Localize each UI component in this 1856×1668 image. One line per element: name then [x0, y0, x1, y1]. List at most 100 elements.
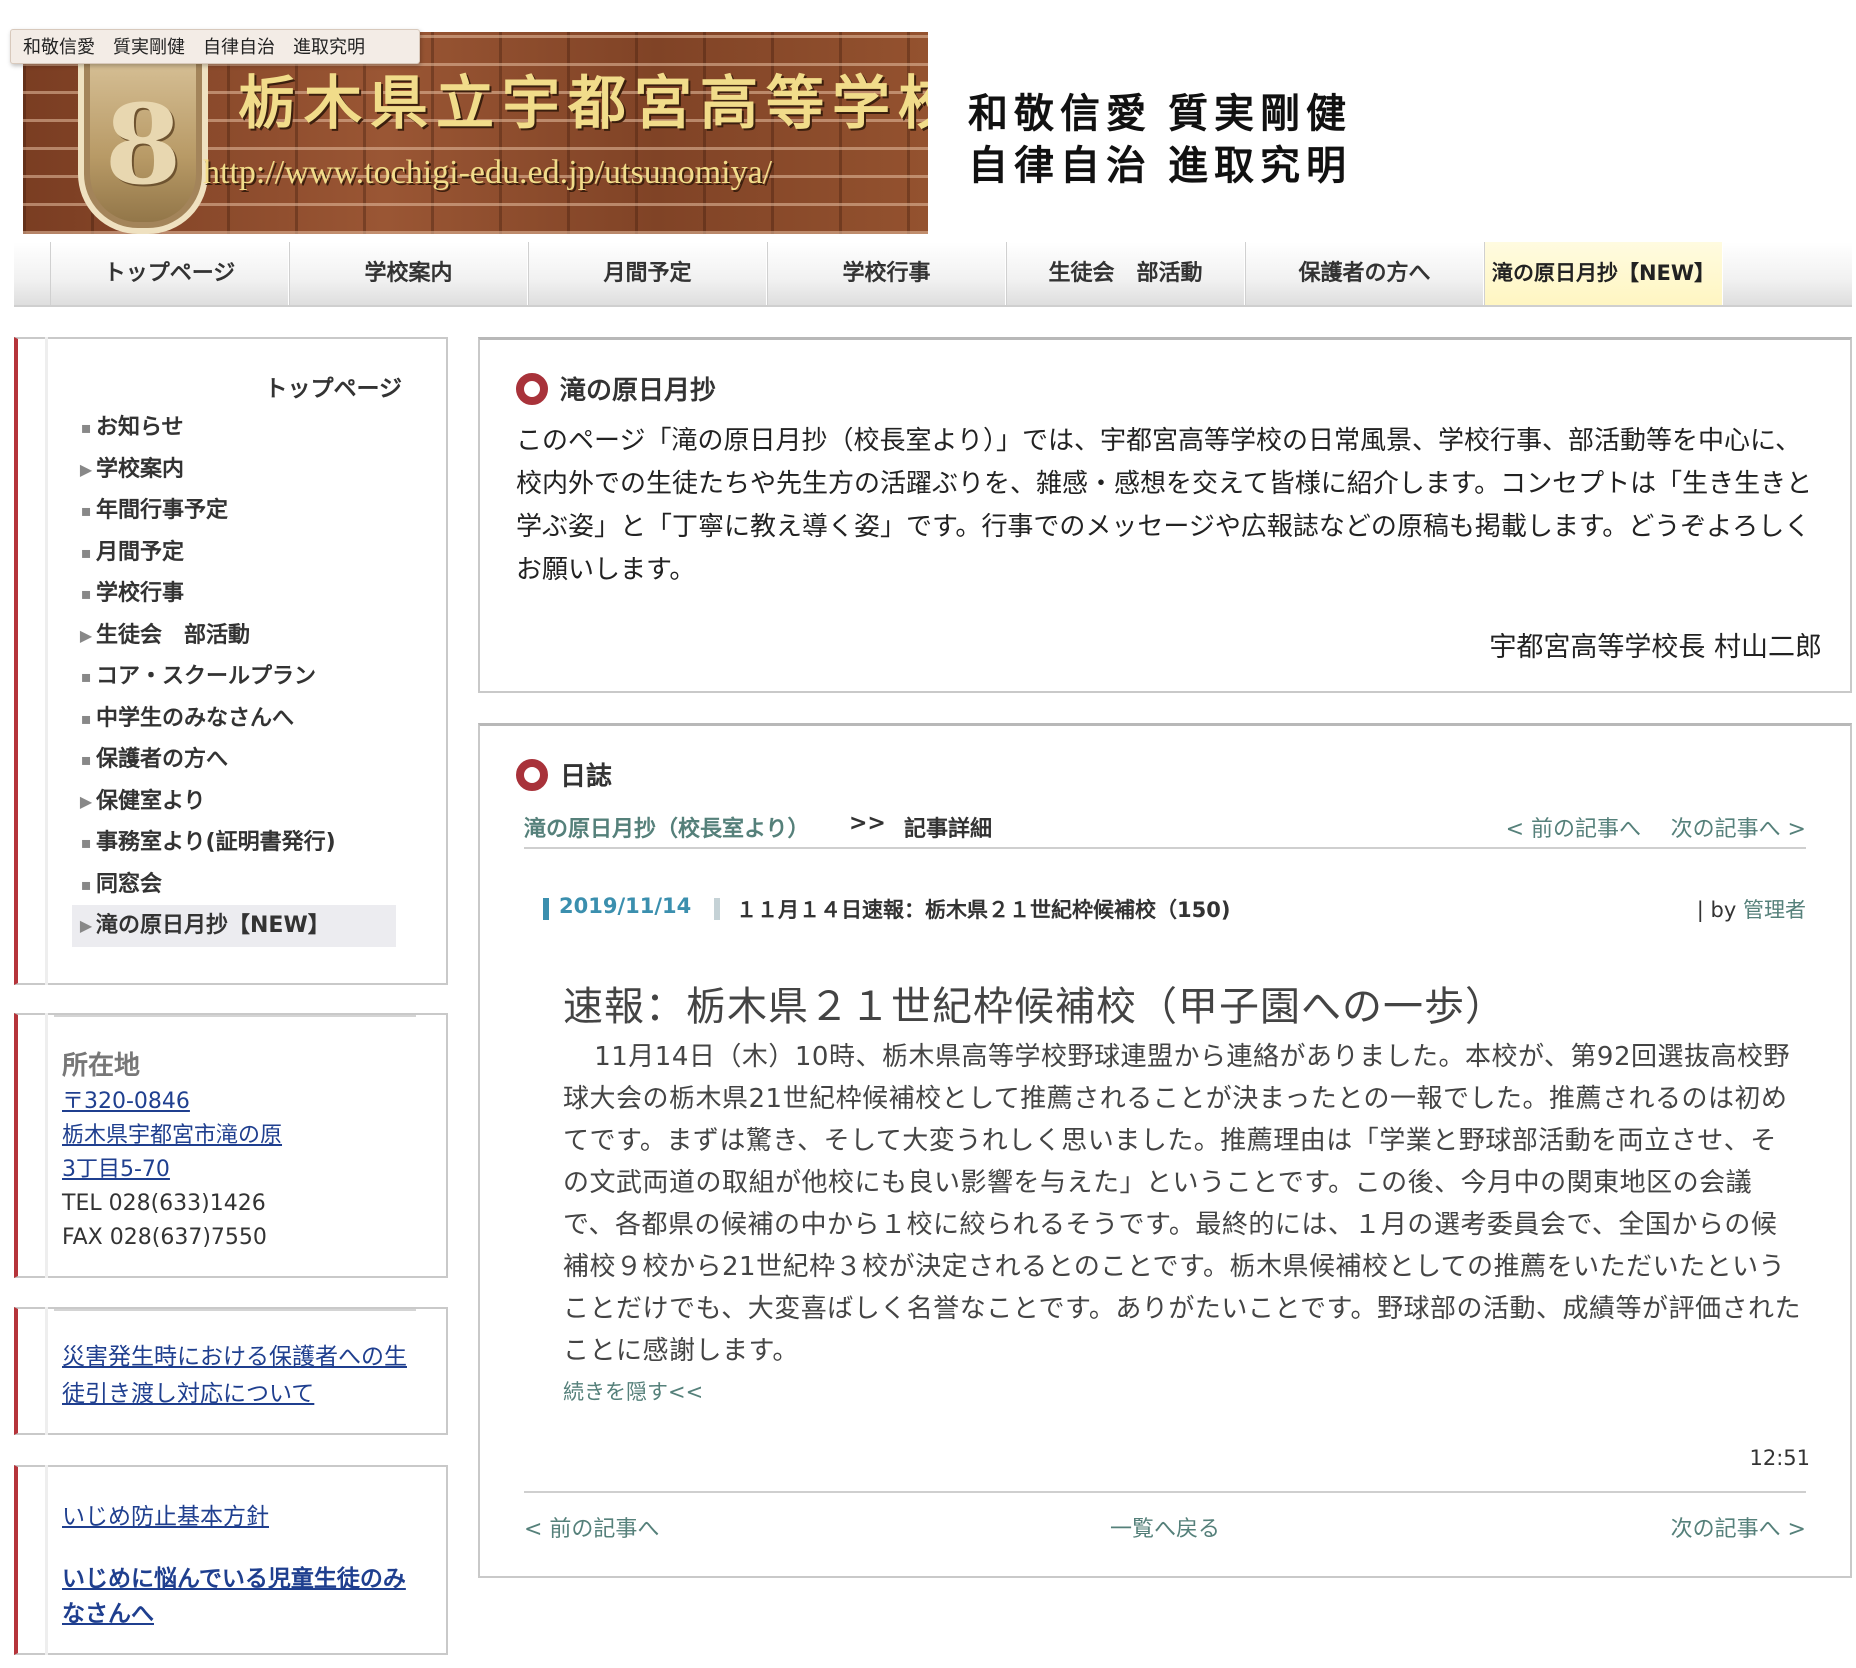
prev-article-link-top[interactable]: < 前の記事へ [1506, 811, 1641, 843]
author-link[interactable]: 管理者 [1743, 898, 1806, 922]
disaster-info-box: 災害発生時における保護者への生徒引き渡し対応について [14, 1307, 448, 1435]
anti-bullying-box: いじめ防止基本方針 いじめに悩んでいる児童生徒のみなさんへ [14, 1465, 448, 1655]
sidebar-item-label: 中学生のみなさんへ [96, 705, 295, 731]
collapse-link[interactable]: 続きを隠す<< [563, 1376, 703, 1406]
tel-number: TEL 028(633)1426 [62, 1191, 266, 1216]
address-lines: 〒320-0846 栃木県宇都宮市滝の原 3丁目5-70 TEL 028(633… [62, 1085, 282, 1255]
triangle-right-icon: ▶ [79, 791, 93, 811]
sidebar-item-label: お知らせ [96, 415, 184, 440]
nav-item-student-council[interactable]: 生徒会 部活動 [1006, 242, 1245, 305]
bullet-icon: ▪ [80, 501, 92, 520]
nav-item-school-events[interactable]: 学校行事 [767, 242, 1006, 305]
bullet-icon: ▪ [80, 584, 92, 603]
bullet-icon: ▪ [80, 667, 92, 686]
breadcrumb: 滝の原日月抄（校長室より） >> 記事詳細 < 前の記事へ 次の記事へ > [524, 811, 1806, 849]
address-line1-link[interactable]: 栃木県宇都宮市滝の原 [62, 1119, 282, 1153]
school-motto: 和敬信愛 質実剛健 自律自治 進取究明 [968, 88, 1388, 192]
triangle-right-icon: ▶ [79, 625, 93, 645]
triangle-right-icon: ▶ [79, 916, 93, 935]
sidebar-item-label: 滝の原日月抄【NEW】 [96, 913, 330, 938]
sidebar-item[interactable]: ▪ 月間予定 [72, 532, 412, 574]
motto-tooltip: 和敬信愛 質実剛健 自律自治 進取究明 [10, 29, 420, 64]
sidebar-item-label: 月間予定 [96, 539, 185, 565]
diary-heading: 日誌 [516, 756, 612, 793]
postal-code-link[interactable]: 〒320-0846 [62, 1085, 282, 1119]
address-title: 所在地 [62, 1051, 141, 1081]
sidebar-item[interactable]: ▶ 生徒会 部活動 [72, 615, 412, 657]
sidebar-item-label: 事務室より(証明書発行) [96, 830, 336, 855]
entry-author: | by 管理者 [1697, 894, 1806, 924]
sidebar-item-label: 学校行事 [96, 581, 185, 606]
bullying-policy-link[interactable]: いじめ防止基本方針 [62, 1497, 269, 1531]
intro-title: 滝の原日月抄 [560, 376, 717, 406]
intro-panel: 滝の原日月抄 このページ「滝の原日月抄（校長室より）」では、宇都宮高等学校の日常… [478, 337, 1852, 693]
principal-signature: 宇都宮高等学校長 村山二郎 [1489, 632, 1822, 663]
sidebar-item-label: 同窓会 [96, 871, 163, 897]
entry-category: １１月１４日速報：栃木県２１世紀枠候補校（150) [714, 894, 1230, 924]
intro-text: このページ「滝の原日月抄（校長室より）」では、宇都宮高等学校の日常風景、学校行事… [516, 426, 1813, 585]
main-nav: トップページ 学校案内 月間予定 学校行事 生徒会 部活動 保護者の方へ 滝の原… [14, 242, 1852, 307]
sidebar-item-label: 保護者の方へ [96, 747, 229, 772]
sidebar-item[interactable]: ▪ お知らせ [72, 407, 412, 449]
breadcrumb-current: 記事詳細 [904, 817, 993, 842]
prev-article-link-bottom[interactable]: < 前の記事へ [524, 1511, 659, 1543]
next-article-link-top[interactable]: 次の記事へ > [1671, 811, 1806, 843]
sidebar-item-label: 年間行事予定 [96, 498, 229, 523]
sidebar-item[interactable]: ▪ 学校行事 [72, 573, 412, 615]
nav-item-school-guide[interactable]: 学校案内 [289, 242, 528, 305]
bullet-icon: ▪ [80, 750, 92, 769]
motto-1: 和敬信愛 [968, 90, 1152, 137]
sidebar-item-label: 生徒会 部活動 [96, 622, 251, 648]
entry-title: 速報：栃木県２１世紀枠候補校（甲子園への一歩） [563, 984, 1506, 1030]
sidebar-item-label: 保健室より [96, 788, 206, 814]
sidebar-item[interactable]: ▪ 事務室より(証明書発行) [72, 822, 412, 864]
footer-divider [524, 1491, 1806, 1493]
crest-mark: 8 [104, 80, 182, 209]
sidebar-item[interactable]: ▪ 保護者の方へ [72, 739, 412, 781]
entry-meta: 2019/11/14 １１月１４日速報：栃木県２１世紀枠候補校（150) | b… [543, 894, 1806, 924]
breadcrumb-home-link[interactable]: 滝の原日月抄（校長室より） [524, 811, 810, 843]
bullet-icon: ▪ [80, 833, 92, 852]
sidebar-item[interactable]: ▪ 年間行事予定 [72, 490, 412, 532]
sidebar-item[interactable]: ▶ 学校案内 [72, 449, 412, 491]
sidebar-item[interactable]: ▪ コア・スクールプラン [72, 656, 412, 698]
fax-number: FAX 028(637)7550 [62, 1225, 267, 1250]
sidebar-menu: トップページ ▪ お知らせ ▶ 学校案内 ▪ 年間行事予定 ▪ 月間予定 ▪ 学校行事 ▶ 生徒会 部… [14, 337, 448, 985]
sidebar-item-label: コア・スクールプラン [96, 664, 317, 689]
banner-title: 栃木県立宇都宮高等学校 [238, 69, 928, 137]
sidebar-item[interactable]: ▶ 滝の原日月抄【NEW】 [72, 905, 396, 947]
nav-item-top[interactable]: トップページ [50, 242, 289, 305]
banner-url: http://www.tochigi-edu.ed.jp/utsunomiya/ [203, 154, 773, 191]
back-to-list-link[interactable]: 一覧へ戻る [1110, 1511, 1220, 1543]
diary-panel: 日誌 滝の原日月抄（校長室より） >> 記事詳細 < 前の記事へ 次の記事へ >… [478, 723, 1852, 1578]
author-prefix: | by [1696, 898, 1737, 922]
address-line2-link[interactable]: 3丁目5-70 [62, 1153, 282, 1187]
sidebar-item-label: 学校案内 [96, 456, 185, 482]
triangle-right-icon: ▶ [79, 459, 93, 479]
intro-heading: 滝の原日月抄 [516, 370, 716, 407]
entry-body: 11月14日（木）10時、栃木県高等学校野球連盟から連絡がありました。本校が、第… [563, 1042, 1801, 1366]
entry-time: 12:51 [1749, 1446, 1810, 1470]
sidebar-item[interactable]: ▪ 同窓会 [72, 864, 412, 906]
nav-item-monthly-schedule[interactable]: 月間予定 [528, 242, 767, 305]
sidebar-item[interactable]: ▪ 中学生のみなさんへ [72, 698, 412, 740]
nav-item-takinohara[interactable]: 滝の原日月抄【NEW】 [1484, 242, 1723, 305]
entry-date: 2019/11/14 [543, 894, 691, 920]
ring-bullet-icon [516, 372, 548, 405]
next-article-link-bottom[interactable]: 次の記事へ > [1671, 1511, 1806, 1543]
bullet-icon: ▪ [80, 708, 92, 728]
bullying-help-link[interactable]: いじめに悩んでいる児童生徒のみなさんへ [62, 1562, 422, 1632]
motto-3: 自律自治 [968, 142, 1152, 189]
motto-4: 進取究明 [1168, 142, 1352, 189]
bullet-icon: ▪ [80, 418, 92, 437]
sidebar-item[interactable]: ▶ 保健室より [72, 781, 412, 823]
breadcrumb-separator: >> [849, 811, 886, 836]
diary-title: 日誌 [560, 762, 613, 792]
sidebar-menu-title[interactable]: トップページ [18, 369, 402, 403]
sidebar-menu-list: ▪ お知らせ ▶ 学校案内 ▪ 年間行事予定 ▪ 月間予定 ▪ 学校行事 ▶ 生徒会 部活動 ▪ コア・ス… [72, 407, 412, 947]
address-box: 所在地 〒320-0846 栃木県宇都宮市滝の原 3丁目5-70 TEL 028… [14, 1013, 448, 1278]
ring-bullet-icon [516, 758, 548, 791]
disaster-handover-link[interactable]: 災害発生時における保護者への生徒引き渡し対応について [62, 1339, 422, 1413]
nav-item-parents[interactable]: 保護者の方へ [1245, 242, 1484, 305]
bullet-icon: ▪ [80, 542, 92, 562]
